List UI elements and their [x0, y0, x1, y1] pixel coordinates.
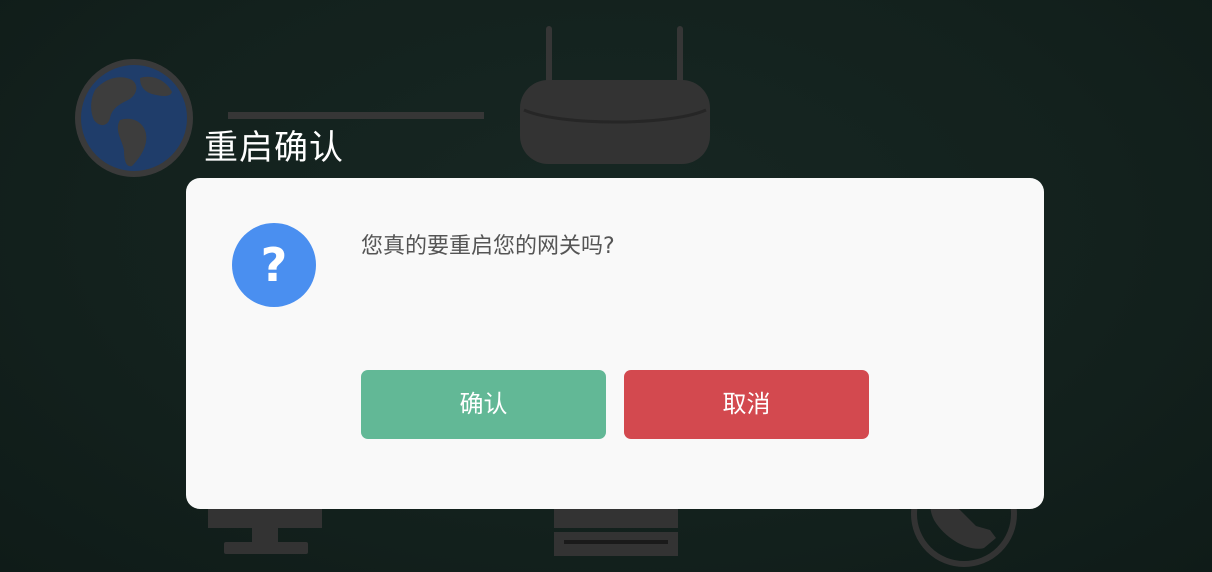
confirm-button[interactable]: 确认	[361, 370, 606, 439]
dialog-message: 您真的要重启您的网关吗?	[361, 234, 615, 259]
reboot-confirm-dialog: ? 您真的要重启您的网关吗? 确认 取消	[186, 178, 1044, 509]
question-icon: ?	[232, 223, 316, 307]
screen: 重启确认 ? 您真的要重启您的网关吗? 确认 取消	[0, 0, 1212, 572]
svg-text:?: ?	[261, 238, 288, 292]
globe-icon	[75, 59, 193, 177]
cancel-button[interactable]: 取消	[624, 370, 869, 439]
connection-line	[228, 112, 484, 119]
router-icon	[520, 26, 710, 164]
dialog-title: 重启确认	[204, 128, 344, 168]
